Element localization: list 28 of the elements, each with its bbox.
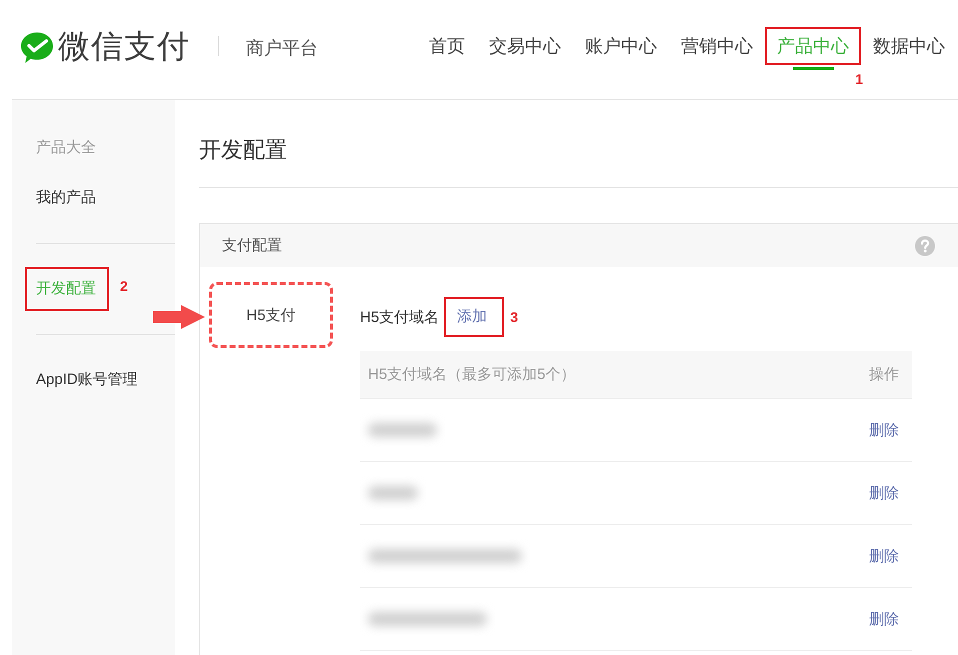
delete-link[interactable]: 删除 [869, 484, 899, 502]
callout-number: 3 [510, 309, 518, 325]
nav-tab[interactable]: 账户中心 [585, 36, 657, 56]
callout-number: 1 [855, 70, 863, 86]
sidebar-item[interactable]: AppID账号管理 [36, 370, 138, 390]
callout-number: 2 [120, 278, 128, 294]
nav-tab[interactable]: 交易中心 [489, 36, 561, 56]
nav-tab[interactable]: 数据中心 [873, 36, 945, 56]
sidebar-heading: 产品大全 [36, 138, 96, 158]
panel-title: 支付配置 [222, 236, 282, 255]
arrow-icon [153, 305, 205, 329]
help-icon[interactable] [915, 236, 935, 256]
field-label: H5支付域名 [360, 308, 440, 326]
page-title: 开发配置 [199, 100, 958, 188]
sidebar-item[interactable]: 我的产品 [36, 188, 96, 208]
platform-name: 商户平台 [246, 36, 318, 58]
add-link[interactable]: 添加 [457, 307, 488, 327]
nav-tab[interactable]: 首页 [429, 36, 465, 56]
product-tab[interactable]: H5支付 [209, 282, 333, 348]
active-tab-indicator [793, 66, 834, 70]
column-header: 操作 [869, 365, 899, 384]
nav-tab[interactable]: 营销中心 [681, 36, 753, 56]
logo-icon [20, 32, 54, 64]
column-header: H5支付域名（最多可添加5个） [368, 365, 577, 384]
delete-link[interactable]: 删除 [869, 546, 899, 566]
delete-link[interactable]: 删除 [869, 420, 899, 440]
logo-text: 微信支付 [58, 26, 190, 66]
delete-link[interactable]: 删除 [869, 610, 899, 628]
